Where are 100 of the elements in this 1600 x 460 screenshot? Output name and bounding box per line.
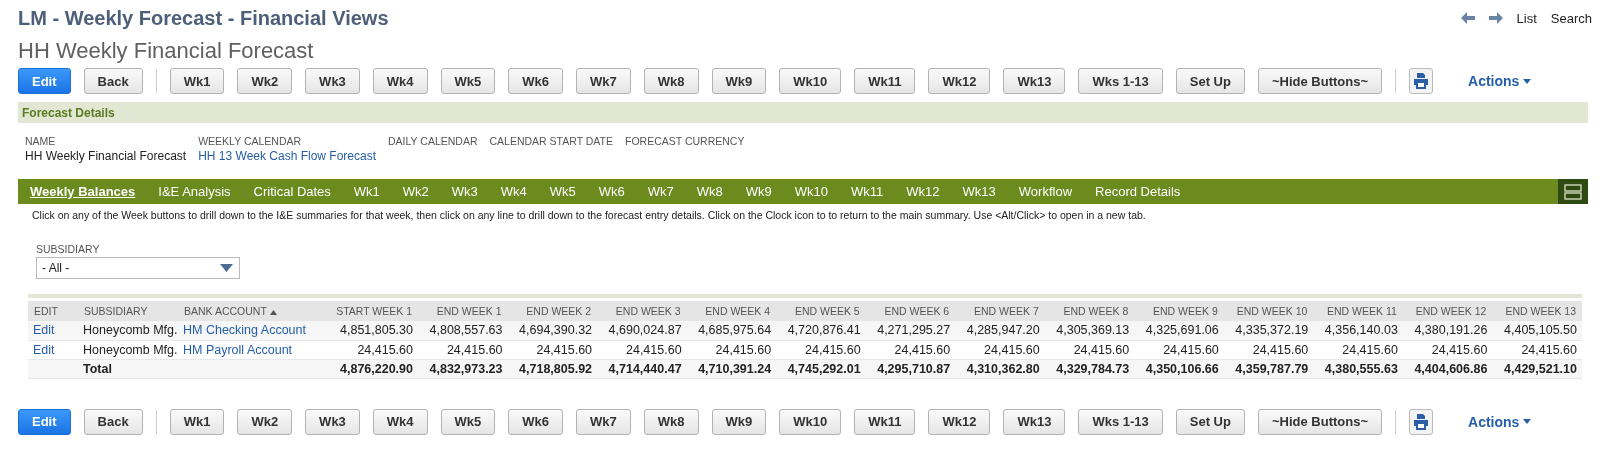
week-button[interactable]: Wk2 bbox=[237, 68, 293, 94]
bank-account-link[interactable]: HM Checking Account bbox=[178, 321, 318, 340]
tab[interactable]: Weekly Balances bbox=[30, 183, 136, 200]
tab[interactable]: Wk3 bbox=[451, 183, 478, 200]
page-title: LM - Weekly Forecast - Financial Views bbox=[18, 6, 389, 30]
week-button[interactable]: Wk13 bbox=[1003, 408, 1066, 435]
column-header: END WEEK 10 bbox=[1223, 301, 1314, 321]
column-header: END WEEK 4 bbox=[686, 301, 777, 321]
column-header: BANK ACCOUNT bbox=[178, 301, 318, 321]
week-button[interactable]: Wk6 bbox=[508, 68, 564, 94]
subsidiary-select[interactable]: - All - bbox=[36, 257, 240, 279]
total-cell: 4,429,521.10 bbox=[1492, 359, 1582, 378]
tab[interactable]: Workflow bbox=[1018, 183, 1073, 200]
week-button[interactable]: Wk9 bbox=[711, 408, 767, 435]
edit-button[interactable]: Edit bbox=[18, 68, 71, 94]
week-button[interactable]: Set Up bbox=[1175, 408, 1245, 435]
table-cell: 24,415.60 bbox=[1492, 340, 1582, 359]
forward-arrow-icon[interactable] bbox=[1488, 12, 1503, 24]
tab[interactable]: Wk6 bbox=[598, 183, 625, 200]
week-button[interactable]: Wk8 bbox=[643, 408, 699, 435]
week-button[interactable]: Wk4 bbox=[372, 68, 428, 94]
week-button[interactable]: Wk1 bbox=[169, 68, 225, 94]
week-button[interactable]: Wk12 bbox=[928, 68, 991, 94]
calendar-link[interactable]: HH 13 Week Cash Flow Forecast bbox=[198, 149, 376, 163]
total-cell: 4,876,220.90 bbox=[318, 359, 418, 378]
week-button[interactable]: Wk9 bbox=[711, 68, 767, 94]
tab[interactable]: Wk12 bbox=[906, 183, 940, 200]
tab[interactable]: Record Details bbox=[1095, 183, 1181, 200]
week-button[interactable]: Wk2 bbox=[237, 408, 293, 435]
tab[interactable]: Wk11 bbox=[851, 183, 884, 200]
field-label: WEEKLY CALENDAR bbox=[198, 135, 303, 147]
week-button[interactable]: ~Hide Buttons~ bbox=[1257, 68, 1383, 94]
nav-link[interactable]: Search bbox=[1550, 10, 1592, 26]
help-text: Click on any of the Week buttons to drill down to the I&E summaries for that week, then click on any line to drill down to the forecast entry details. Click on the Clock icon to to return to the main summary. Use <Alt/Click> to open in a new tab. bbox=[32, 209, 1147, 221]
tab[interactable]: Wk8 bbox=[696, 183, 723, 200]
back-arrow-icon[interactable] bbox=[1460, 12, 1475, 24]
week-button[interactable]: Set Up bbox=[1175, 68, 1245, 94]
table-cell: 24,415.60 bbox=[418, 340, 508, 359]
table-cell: 24,415.60 bbox=[1313, 340, 1403, 359]
week-button[interactable]: Wk12 bbox=[928, 408, 991, 435]
tab[interactable]: Wk5 bbox=[549, 183, 576, 200]
week-button[interactable]: Wk5 bbox=[440, 68, 496, 94]
week-button[interactable]: Wk7 bbox=[576, 68, 631, 94]
actions-menu[interactable]: Actions bbox=[1468, 73, 1532, 89]
week-button[interactable]: Wk5 bbox=[440, 408, 496, 435]
edit-link[interactable]: Edit bbox=[28, 321, 78, 340]
table-cell: 4,690,024.87 bbox=[597, 321, 687, 340]
section-title: Forecast Details bbox=[22, 105, 115, 120]
week-button[interactable]: ~Hide Buttons~ bbox=[1257, 408, 1383, 435]
week-button[interactable]: Wk11 bbox=[854, 408, 916, 435]
print-button[interactable] bbox=[1409, 68, 1434, 94]
week-button[interactable]: Wks 1-13 bbox=[1078, 408, 1163, 435]
total-cell: 4,404,606.86 bbox=[1402, 359, 1493, 378]
back-button[interactable]: Back bbox=[83, 408, 143, 435]
week-button[interactable]: Wk11 bbox=[854, 68, 916, 94]
tab[interactable]: Critical Dates bbox=[253, 183, 331, 200]
layout-toggle-button[interactable] bbox=[1558, 179, 1588, 204]
table-cell: 4,694,390.32 bbox=[507, 321, 598, 340]
print-button[interactable] bbox=[1409, 408, 1434, 435]
nav-link[interactable]: List bbox=[1516, 10, 1537, 26]
column-header: END WEEK 7 bbox=[955, 301, 1045, 321]
week-button[interactable]: Wk13 bbox=[1003, 68, 1066, 94]
tab[interactable]: Wk10 bbox=[794, 183, 829, 200]
tab[interactable]: Wk4 bbox=[500, 183, 527, 200]
table-cell: 24,415.60 bbox=[1223, 340, 1314, 359]
table-cell: 4,305,369.13 bbox=[1044, 321, 1135, 340]
dropdown-caret-icon bbox=[220, 264, 233, 272]
tab[interactable]: Wk13 bbox=[962, 183, 996, 200]
column-header: END WEEK 3 bbox=[597, 301, 687, 321]
week-button[interactable]: Wk1 bbox=[169, 408, 225, 435]
week-button[interactable]: Wk4 bbox=[372, 408, 428, 435]
edit-button[interactable]: Edit bbox=[18, 408, 71, 435]
week-button[interactable]: Wk3 bbox=[305, 68, 360, 94]
field-label: FORECAST CURRENCY bbox=[625, 135, 745, 147]
tab[interactable]: Wk2 bbox=[402, 183, 429, 200]
record-title: HH Weekly Financial Forecast bbox=[18, 38, 315, 64]
table-cell: 4,285,947.20 bbox=[955, 321, 1045, 340]
week-button[interactable]: Wk8 bbox=[643, 68, 699, 94]
actions-menu[interactable]: Actions bbox=[1468, 413, 1532, 430]
week-button[interactable]: Wk6 bbox=[508, 408, 564, 435]
tab[interactable]: Wk7 bbox=[647, 183, 674, 200]
field-label: DAILY CALENDAR bbox=[388, 135, 478, 147]
bank-account-link[interactable]: HM Payroll Account bbox=[178, 340, 318, 359]
back-button[interactable]: Back bbox=[83, 68, 143, 94]
tab[interactable]: Wk1 bbox=[353, 183, 380, 200]
week-button[interactable]: Wk3 bbox=[305, 408, 360, 435]
edit-link[interactable]: Edit bbox=[28, 340, 78, 359]
week-button[interactable]: Wks 1-13 bbox=[1078, 68, 1163, 94]
tab[interactable]: Wk9 bbox=[745, 183, 772, 200]
week-button[interactable]: Wk10 bbox=[779, 408, 842, 435]
table-cell: 24,415.60 bbox=[955, 340, 1045, 359]
week-button[interactable]: Wk7 bbox=[576, 408, 631, 435]
table-cell: Honeycomb Mfg. bbox=[78, 340, 178, 359]
table-cell: 4,335,372.19 bbox=[1223, 321, 1314, 340]
total-cell: 4,832,973.23 bbox=[418, 359, 508, 378]
table-cell: 24,415.60 bbox=[318, 340, 418, 359]
total-cell: 4,380,555.63 bbox=[1313, 359, 1403, 378]
table-cell: Honeycomb Mfg. bbox=[78, 321, 178, 340]
week-button[interactable]: Wk10 bbox=[779, 68, 842, 94]
tab[interactable]: I&E Analysis bbox=[158, 183, 231, 200]
